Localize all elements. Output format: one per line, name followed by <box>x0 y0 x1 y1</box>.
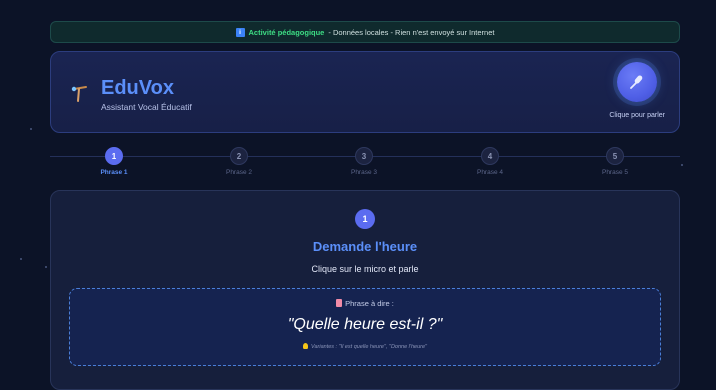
step-number: 2 <box>230 147 248 165</box>
step-label: Phrase 2 <box>225 169 253 176</box>
banner-strong-text: Activité pédagogique <box>248 27 325 37</box>
step-label: Phrase 3 <box>350 169 378 176</box>
app-title: EduVox <box>101 77 174 99</box>
step-number: 5 <box>606 147 624 165</box>
task-title: Demande l'heure <box>312 239 418 254</box>
step-label: Phrase 5 <box>601 169 629 176</box>
app-header: EduVox Assistant Vocal Éducatif Clique p… <box>50 51 680 133</box>
microphone-icon <box>630 75 643 89</box>
step-label: Phrase 4 <box>476 169 504 176</box>
step-5[interactable]: 5 Phrase 5 <box>585 147 645 176</box>
phrase-box: Phrase à dire : "Quelle heure est-il ?" … <box>69 288 661 366</box>
mic-label: Clique pour parler <box>609 112 665 119</box>
phrase-variants: Variantes : "Il est quelle heure", "Donn… <box>70 343 660 350</box>
app-subtitle: Assistant Vocal Éducatif <box>101 102 192 112</box>
background-star <box>20 258 22 260</box>
phrase-heading-text: Phrase à dire : <box>345 299 394 308</box>
background-star <box>681 164 683 166</box>
step-label: Phrase 1 <box>100 169 128 176</box>
task-number-badge: 1 <box>355 209 375 229</box>
info-icon: i <box>235 27 245 37</box>
phrase-text: "Quelle heure est-il ?" <box>287 316 443 333</box>
banner-text: - Données locales - Rien n'est envoyé su… <box>328 27 495 37</box>
step-2[interactable]: 2 Phrase 2 <box>209 147 269 176</box>
task-card: 1 Demande l'heure Clique sur le micro et… <box>50 190 680 390</box>
background-star <box>30 128 32 130</box>
step-4[interactable]: 4 Phrase 4 <box>460 147 520 176</box>
document-icon <box>336 299 343 307</box>
step-number: 3 <box>355 147 373 165</box>
step-3[interactable]: 3 Phrase 3 <box>334 147 394 176</box>
background-star <box>45 266 47 268</box>
step-1[interactable]: 1 Phrase 1 <box>84 147 144 176</box>
microphone-button[interactable] <box>617 62 657 102</box>
step-number: 1 <box>105 147 123 165</box>
privacy-banner: i Activité pédagogique - Données locales… <box>50 21 680 43</box>
task-instruction: Clique sur le micro et parle <box>311 264 419 274</box>
lightbulb-icon <box>303 343 308 349</box>
phrase-heading: Phrase à dire : <box>70 299 660 308</box>
pointer-tool-icon <box>71 86 87 102</box>
step-number: 4 <box>481 147 499 165</box>
phrase-variants-text: Variantes : "Il est quelle heure", "Donn… <box>311 344 427 350</box>
